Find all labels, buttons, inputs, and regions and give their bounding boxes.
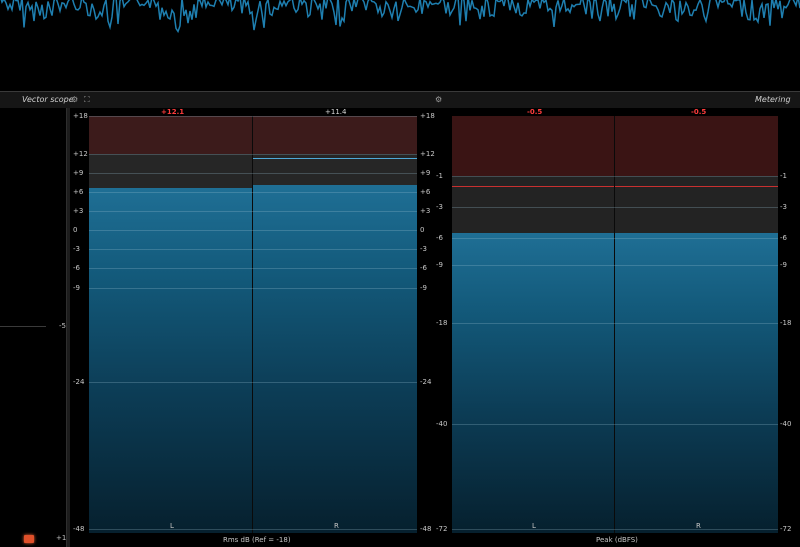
scale-tick-label: -9 <box>420 284 427 292</box>
meter-red-zone <box>89 116 252 154</box>
meter-gridline <box>89 268 417 269</box>
meter-gridline <box>452 238 778 239</box>
scale-tick-label: -1 <box>780 172 787 180</box>
meter-red-zone <box>452 116 614 176</box>
rms-caption: Rms dB (Ref = -18) <box>223 536 291 544</box>
scale-tick-label: -48 <box>420 525 432 533</box>
scale-tick-label: -18 <box>780 319 792 327</box>
meter-level-fill <box>253 185 417 533</box>
scale-tick-label: +6 <box>420 188 431 196</box>
meter-gridline <box>89 173 417 174</box>
rms-meter: +12.1 +11.4 L R Rms dB (Ref = -18) +18 +1… <box>70 108 435 547</box>
gear-icon[interactable]: ⚙ <box>71 92 78 108</box>
rms-left-peak-value: +12.1 <box>161 108 185 116</box>
scale-tick-label: +18 <box>73 112 88 120</box>
scale-tick-label: -6 <box>73 264 80 272</box>
meter-gridline <box>452 323 778 324</box>
vector-scope-title: Vector scope <box>22 95 74 104</box>
scale-tick-label: -9 <box>780 261 787 269</box>
scale-tick-label: -3 <box>73 245 80 253</box>
meter-gridline <box>89 249 417 250</box>
scale-tick-label: -3 <box>420 245 427 253</box>
meter-gridline <box>89 382 417 383</box>
scale-tick-label: +9 <box>73 169 84 177</box>
scale-tick-label: 0 <box>73 226 78 234</box>
scale-tick-label: -6 <box>780 234 787 242</box>
peak-hold-line <box>615 186 778 187</box>
peak-left-value: -0.5 <box>527 108 543 116</box>
peak-hold-line <box>452 186 614 187</box>
scale-tick-label: +12 <box>420 150 435 158</box>
meter-level-fill <box>452 232 614 533</box>
rms-left-bar <box>89 116 252 533</box>
vector-scope-mid-label: -5 <box>59 322 66 330</box>
scale-tick-label: -3 <box>436 203 443 211</box>
meter-gridline <box>452 176 778 177</box>
scale-tick-label: -6 <box>436 234 443 242</box>
meter-gridline <box>89 211 417 212</box>
peak-right-value: -0.5 <box>691 108 707 116</box>
meter-level-fill <box>89 188 252 533</box>
meter-gridline <box>89 116 417 117</box>
scale-tick-label: -40 <box>780 420 792 428</box>
scale-tick-label: +3 <box>420 207 431 215</box>
rms-right-peak-value: +11.4 <box>325 108 347 116</box>
scale-tick-label: -24 <box>73 378 85 386</box>
peak-left-bar <box>452 116 614 533</box>
rms-right-bar <box>253 116 417 533</box>
vector-scope-bottom-label: +1 <box>56 534 67 542</box>
metering-title: Metering <box>755 95 791 104</box>
scale-tick-label: +6 <box>73 188 84 196</box>
meter-gridline <box>89 230 417 231</box>
scale-tick-label: -40 <box>436 420 448 428</box>
vector-scope-level-indicator <box>24 535 34 543</box>
scale-tick-label: -24 <box>420 378 432 386</box>
waveform-view[interactable] <box>0 0 800 90</box>
scale-tick-label: -6 <box>420 264 427 272</box>
scale-tick-label: +12 <box>73 150 88 158</box>
scale-tick-label: -1 <box>436 172 443 180</box>
meter-headroom-zone <box>615 176 778 233</box>
scale-tick-label: -9 <box>436 261 443 269</box>
meter-red-zone <box>253 116 417 154</box>
meter-headroom-zone <box>452 176 614 233</box>
scale-tick-label: +18 <box>420 112 435 120</box>
meter-gridline <box>89 154 417 155</box>
scale-tick-label: -18 <box>436 319 448 327</box>
scale-tick-label: -3 <box>780 203 787 211</box>
peak-caption: Peak (dBFS) <box>596 536 638 544</box>
vector-scope-panel[interactable]: -5 +1 <box>0 108 66 547</box>
meter-gridline <box>452 207 778 208</box>
scale-tick-label: -72 <box>436 525 448 533</box>
meter-gridline <box>452 265 778 266</box>
fullscreen-icon[interactable]: ⛶ <box>84 92 90 108</box>
waveform-graphic <box>0 0 800 34</box>
meter-gridline <box>452 529 778 530</box>
scale-tick-label: +9 <box>420 169 431 177</box>
scale-tick-label: -9 <box>73 284 80 292</box>
scale-tick-label: 0 <box>420 226 425 234</box>
peak-right-bar <box>615 116 778 533</box>
scale-tick-label: -72 <box>780 525 792 533</box>
vector-scope-axis <box>0 326 46 327</box>
panel-header-bar: Vector scope ⚙ ⛶ ⚙ Metering <box>0 91 800 109</box>
gear-icon[interactable]: ⚙ <box>435 92 442 108</box>
meter-gridline <box>452 424 778 425</box>
scale-tick-label: +3 <box>73 207 84 215</box>
peak-hold-line <box>253 157 417 159</box>
meter-gridline <box>89 288 417 289</box>
scale-tick-label: -48 <box>73 525 85 533</box>
meter-red-zone <box>615 116 778 176</box>
meter-gridline <box>89 529 417 530</box>
meter-headroom-zone <box>89 154 252 189</box>
meter-gridline <box>89 192 417 193</box>
meter-level-fill <box>615 232 778 533</box>
peak-meter: -0.5 -0.5 L R Peak (dBFS) -1 -1 -3 -3 -6 -6 -9… <box>435 108 800 547</box>
